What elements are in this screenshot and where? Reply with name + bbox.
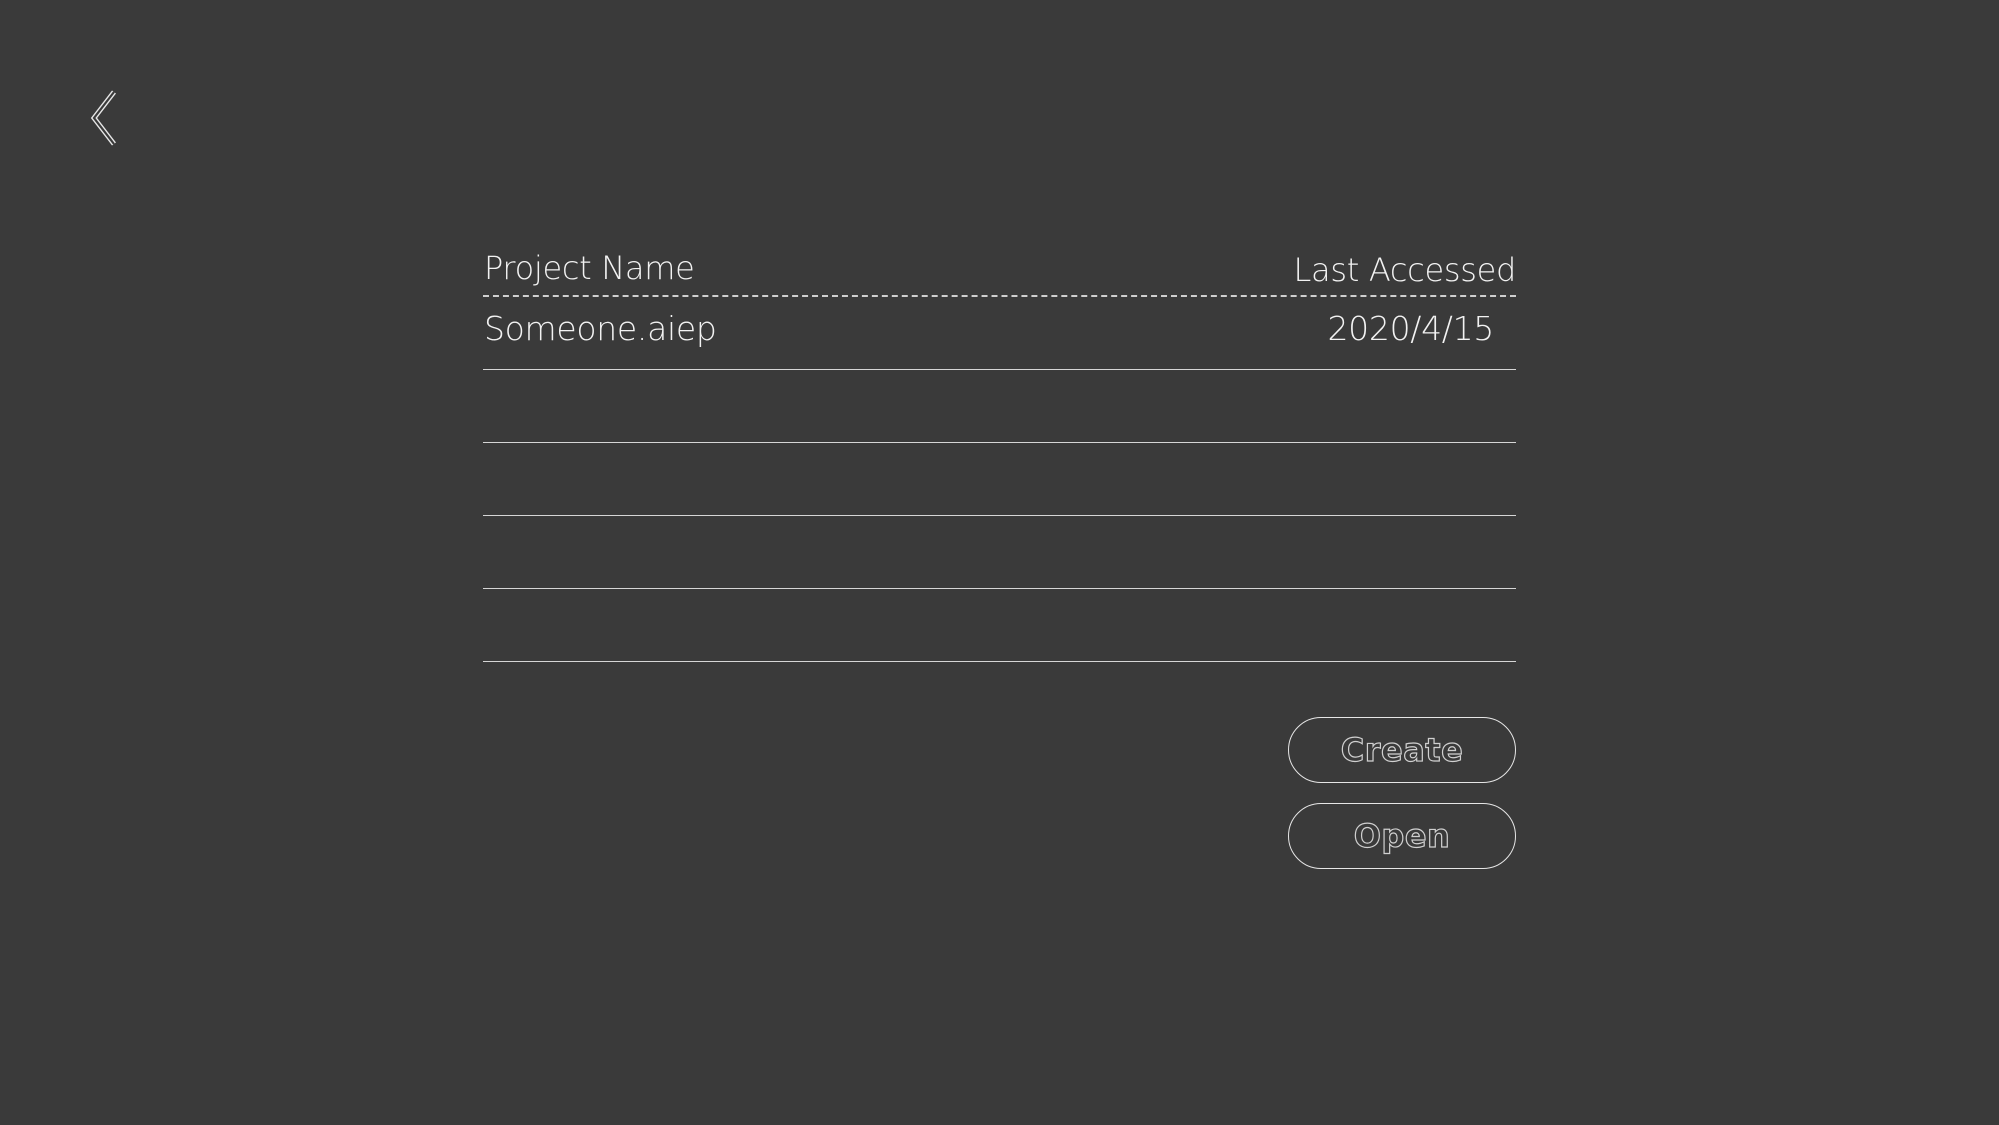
project-table: Project Name Last Accessed Someone.aiep … [483, 245, 1516, 662]
table-header: Project Name Last Accessed [483, 245, 1516, 297]
column-header-last-accessed: Last Accessed [1293, 251, 1517, 289]
column-header-project-name: Project Name [484, 249, 695, 287]
create-button-label: Create [1340, 730, 1464, 769]
table-row[interactable] [483, 516, 1516, 589]
chevron-left-icon [90, 90, 116, 146]
create-button[interactable]: Create [1288, 717, 1516, 783]
open-button[interactable]: Open [1288, 803, 1516, 869]
table-row[interactable] [483, 370, 1516, 443]
table-row[interactable] [483, 443, 1516, 516]
table-row[interactable] [483, 589, 1516, 662]
action-buttons: Create Open [1288, 717, 1518, 889]
last-accessed-date: 2020/4/15 [1327, 309, 1494, 348]
project-name: Someone.aiep [484, 309, 717, 348]
back-button[interactable] [86, 88, 126, 148]
table-row[interactable]: Someone.aiep 2020/4/15 [483, 297, 1516, 370]
open-button-label: Open [1353, 816, 1451, 855]
